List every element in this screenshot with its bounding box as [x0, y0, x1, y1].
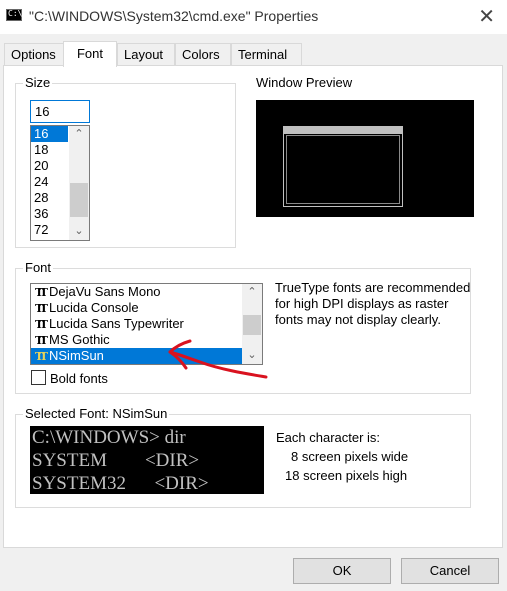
truetype-icon: TT — [35, 334, 48, 347]
size-option[interactable]: 24 — [31, 174, 68, 190]
scroll-thumb[interactable] — [243, 315, 261, 335]
font-group-label: Font — [23, 260, 54, 275]
char-heading: Each character is: — [276, 430, 381, 445]
truetype-icon: TT — [35, 302, 48, 315]
scroll-down-icon[interactable]: ⌄ — [242, 347, 262, 364]
truetype-icon: TT — [35, 318, 48, 331]
tab-colors[interactable]: Colors — [175, 43, 231, 66]
scroll-down-icon[interactable]: ⌄ — [69, 223, 89, 240]
truetype-icon: TT — [35, 350, 48, 363]
truetype-note: TrueType fonts are recommended for high … — [275, 280, 471, 327]
size-group-label: Size — [23, 75, 53, 90]
tab-terminal[interactable]: Terminal — [231, 43, 302, 66]
preview-window — [283, 126, 403, 207]
size-option[interactable]: 72 — [31, 222, 68, 238]
char-width: 8 screen pixels wide — [291, 449, 409, 464]
preview-client — [286, 135, 400, 204]
sample-line: SYSTEM <DIR> — [32, 450, 200, 471]
size-input[interactable]: 16 — [30, 100, 90, 123]
tab-options[interactable]: Options — [4, 43, 64, 66]
size-option[interactable]: 18 — [31, 142, 68, 158]
preview-titlebar — [284, 127, 402, 134]
character-info: Each character is: 8 screen pixels wide … — [276, 428, 408, 485]
close-icon[interactable]: ✕ — [478, 4, 495, 29]
sample-line: C:\WINDOWS> dir — [32, 427, 186, 448]
tab-layout[interactable]: Layout — [117, 43, 175, 66]
font-list[interactable]: TT DejaVu Sans Mono TT Lucida Console TT Lu… — [30, 283, 263, 365]
font-sample: C:\WINDOWS> dir SYSTEM <DIR> SYSTEM32 <DIR… — [30, 426, 264, 494]
cancel-button[interactable]: Cancel — [401, 558, 499, 584]
tab-font[interactable]: Font — [63, 41, 117, 67]
font-option[interactable]: TT MS Gothic — [31, 332, 243, 348]
size-option[interactable]: 20 — [31, 158, 68, 174]
title-bar: C:\. "C:\WINDOWS\System32\cmd.exe" Prope… — [0, 0, 507, 34]
selected-font-label: Selected Font: NSimSun — [23, 406, 170, 421]
size-scrollbar[interactable]: ⌃ ⌄ — [69, 126, 89, 240]
scroll-up-icon[interactable]: ⌃ — [69, 126, 89, 143]
window-preview — [256, 100, 474, 217]
font-scrollbar[interactable]: ⌃ ⌄ — [242, 284, 262, 364]
scroll-up-icon[interactable]: ⌃ — [242, 284, 262, 301]
ok-button[interactable]: OK — [293, 558, 391, 584]
cmd-icon: C:\. — [6, 9, 27, 21]
font-option-selected[interactable]: TT NSimSun — [31, 348, 243, 364]
truetype-icon: TT — [35, 286, 48, 299]
window-title: "C:\WINDOWS\System32\cmd.exe" Properties — [29, 8, 319, 24]
size-list[interactable]: 16 18 20 24 28 36 72 ⌃ ⌄ — [30, 125, 90, 241]
font-option[interactable]: TT Lucida Console — [31, 300, 243, 316]
scroll-thumb[interactable] — [70, 183, 88, 217]
font-option[interactable]: TT DejaVu Sans Mono — [31, 284, 243, 300]
size-option[interactable]: 28 — [31, 190, 68, 206]
size-option[interactable]: 36 — [31, 206, 68, 222]
sample-line: SYSTEM32 <DIR> — [32, 473, 209, 494]
bold-fonts-label[interactable]: Bold fonts — [50, 371, 108, 386]
char-height: 18 screen pixels high — [285, 468, 408, 483]
bold-fonts-checkbox[interactable] — [31, 370, 46, 385]
font-option[interactable]: TT Lucida Sans Typewriter — [31, 316, 243, 332]
size-option[interactable]: 16 — [31, 126, 68, 142]
preview-label: Window Preview — [256, 75, 353, 90]
